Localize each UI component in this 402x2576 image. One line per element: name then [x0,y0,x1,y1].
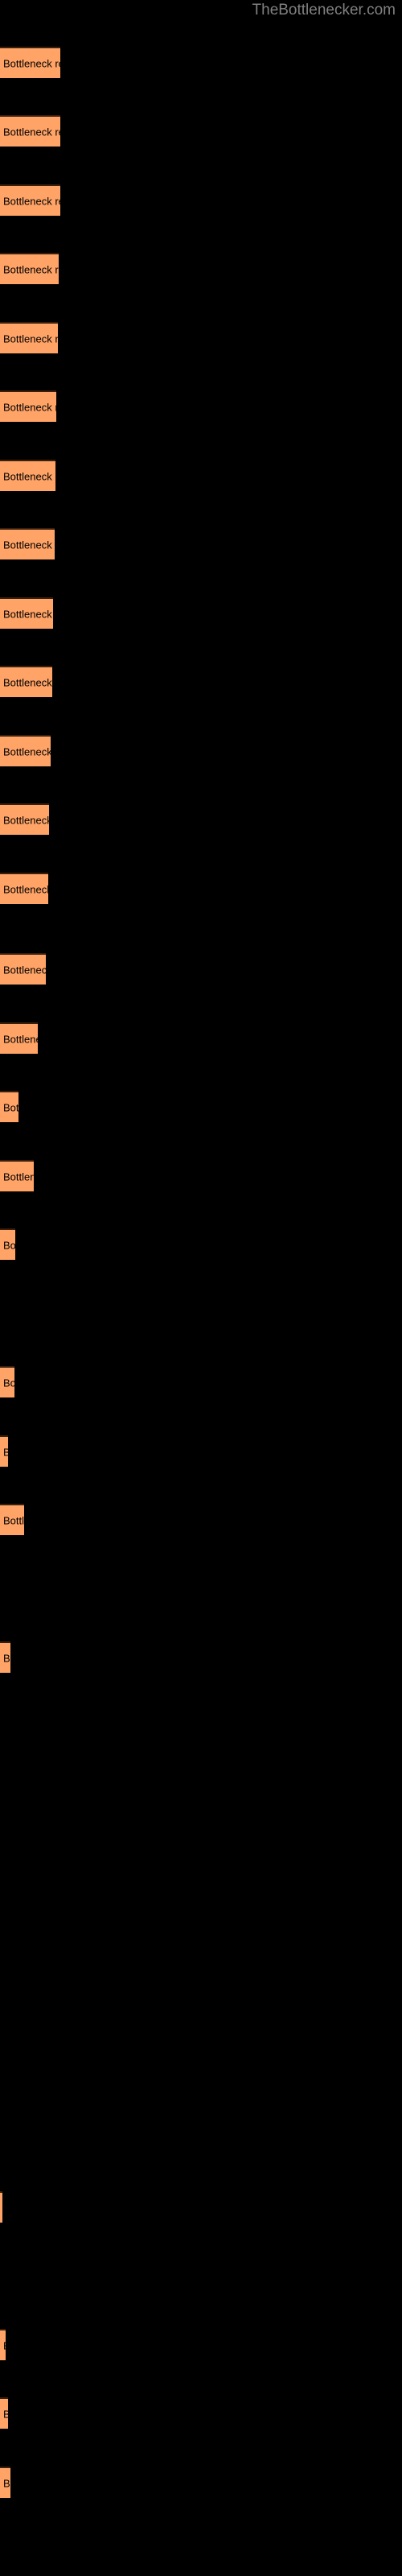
bar-6: Bottleneck result [0,460,55,491]
bar-label-21: Bottleneck result [3,1514,24,1526]
bar-9: Bottleneck result [0,666,52,697]
bar-label-5: Bottleneck result [3,401,56,413]
bar-label-9: Bottleneck result [3,676,52,688]
bar-11: Bottleneck result [0,803,49,835]
bar-label-0: Bottleneck result [3,57,60,69]
bar-21: Bottleneck result [0,1504,24,1535]
bar-30: Bottleneck result [0,2397,8,2429]
bar-2: Bottleneck result [0,184,60,216]
bar-15: Bottleneck result [0,1091,18,1122]
bar-31: Bottleneck result [0,2467,10,2498]
bar-label-11: Bottleneck result [3,814,49,826]
bar-label-23: Bottleneck result [3,1652,10,1664]
bar-label-6: Bottleneck result [3,470,55,482]
bar-label-7: Bottleneck result [3,539,55,551]
bar-label-4: Bottleneck result [3,332,58,345]
bar-label-13: Bottleneck result [3,964,46,976]
bar-17: Bottleneck result [0,1228,15,1260]
bar-label-15: Bottleneck result [3,1101,18,1113]
bar-4: Bottleneck result [0,322,58,353]
bar-label-29: Bottleneck result [3,2339,6,2351]
bar-label-30: Bottleneck result [3,2408,8,2420]
bar-19: Bottleneck result [0,1366,14,1397]
bar-0: Bottleneck result [0,47,60,78]
bar-3: Bottleneck result [0,253,59,284]
bar-label-17: Bottleneck result [3,1239,15,1251]
bar-7: Bottleneck result [0,528,55,559]
bar-label-12: Bottleneck result [3,883,48,895]
bar-8: Bottleneck result [0,597,53,629]
bar-label-31: Bottleneck result [3,2477,10,2489]
bar-5: Bottleneck result [0,390,56,422]
bar-16: Bottleneck result [0,1160,34,1191]
bar-1: Bottleneck result [0,115,60,147]
bar-20: Bottleneck result [0,1435,8,1467]
bar-label-2: Bottleneck result [3,195,60,207]
bar-10: Bottleneck result [0,735,51,766]
bar-13: Bottleneck result [0,953,46,985]
bar-label-10: Bottleneck result [3,745,51,758]
bar-12: Bottleneck result [0,873,48,904]
bottleneck-bar-chart: Bottleneck result Bottleneck result Bottle… [0,0,402,2576]
bar-label-14: Bottleneck result [3,1033,38,1045]
bar-label-1: Bottleneck result [3,126,60,138]
bar-label-8: Bottleneck result [3,608,53,620]
bar-label-16: Bottleneck result [3,1170,34,1183]
bar-label-19: Bottleneck result [3,1377,14,1389]
bar-14: Bottleneck result [0,1022,38,1054]
bar-27: Bottleneck result [0,2191,2,2223]
bar-label-3: Bottleneck result [3,263,59,275]
bar-label-20: Bottleneck result [3,1446,8,1458]
bar-29: Bottleneck result [0,2329,6,2360]
bar-23: Bottleneck result [0,1641,10,1673]
